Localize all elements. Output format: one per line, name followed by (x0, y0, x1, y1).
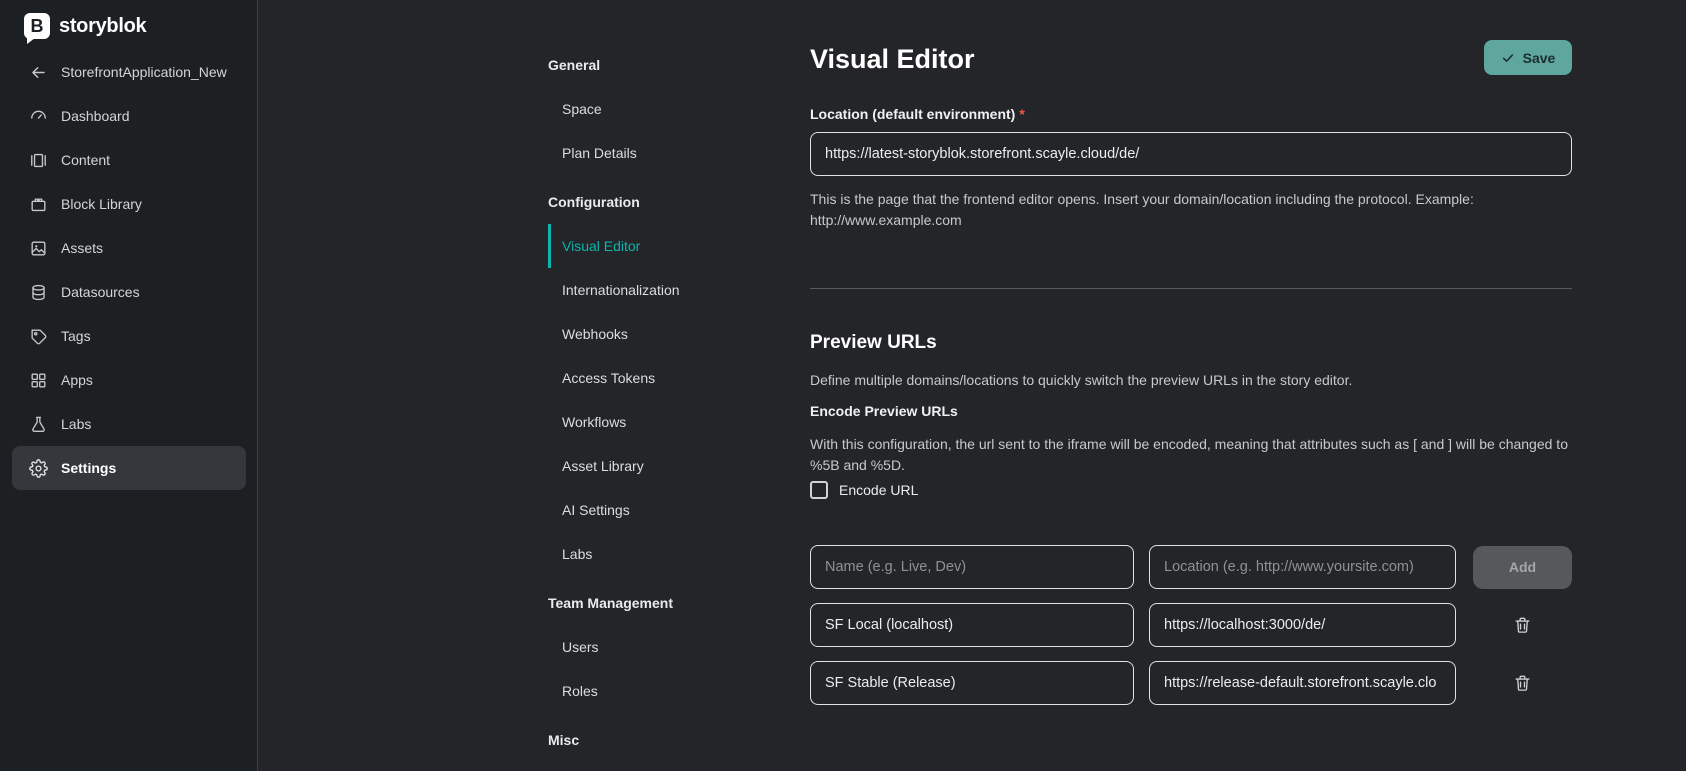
add-button[interactable]: Add (1473, 546, 1572, 589)
assets-icon (29, 239, 48, 258)
preview-row-location-input[interactable] (1149, 603, 1456, 647)
subnav-item-visual-editor[interactable]: Visual Editor (548, 224, 758, 268)
apps-icon (29, 371, 48, 390)
save-button-label: Save (1523, 50, 1556, 66)
sidebar-back-label: StorefrontApplication_New (61, 64, 227, 80)
sidebar-item-label: Block Library (61, 196, 142, 212)
content-icon (29, 151, 48, 170)
subnav-item-label: Asset Library (562, 458, 644, 474)
sidebar-item-label: Tags (61, 328, 91, 344)
sidebar-item-label: Datasources (61, 284, 140, 300)
preview-urls-description: Define multiple domains/locations to qui… (810, 372, 1572, 388)
subnav-section-general: General (548, 43, 758, 87)
subnav-item-access-tokens[interactable]: Access Tokens (548, 356, 758, 400)
settings-icon (29, 459, 48, 478)
sidebar-item-datasources[interactable]: Datasources (12, 270, 246, 314)
subnav-item-asset-library[interactable]: Asset Library (548, 444, 758, 488)
subnav-item-ai-settings[interactable]: AI Settings (548, 488, 758, 532)
subnav-item-label: Visual Editor (562, 238, 640, 254)
required-asterisk: * (1019, 106, 1024, 122)
subnav-item-users[interactable]: Users (548, 625, 758, 669)
tags-icon (29, 327, 48, 346)
preview-name-input[interactable] (810, 545, 1134, 589)
encode-url-checkbox-label: Encode URL (839, 482, 918, 498)
settings-subnav: General Space Plan Details Configuration Vis… (548, 43, 758, 762)
storyblok-wordmark: storyblok (59, 15, 146, 38)
preview-url-row (810, 603, 1572, 647)
sidebar-item-apps[interactable]: Apps (12, 358, 246, 402)
preview-location-input[interactable] (1149, 545, 1456, 589)
save-button[interactable]: Save (1484, 40, 1572, 75)
storyblok-logo-icon: B (24, 13, 50, 39)
delete-row-button[interactable] (1507, 609, 1539, 641)
sidebar: B storyblok StorefrontApplication_New Da… (0, 0, 258, 771)
sidebar-item-dashboard[interactable]: Dashboard (12, 94, 246, 138)
sidebar-item-label: Assets (61, 240, 103, 256)
sidebar-item-label: Dashboard (61, 108, 130, 124)
encode-url-checkbox[interactable] (810, 481, 828, 499)
subnav-section-misc: Misc (548, 718, 758, 762)
location-input[interactable] (810, 132, 1572, 176)
trash-icon (1513, 673, 1532, 693)
location-help-text: This is the page that the frontend edito… (810, 189, 1572, 231)
subnav-item-workflows[interactable]: Workflows (548, 400, 758, 444)
sidebar-nav: StorefrontApplication_New Dashboard Conte… (12, 50, 246, 490)
preview-url-row (810, 661, 1572, 705)
subnav-item-internationalization[interactable]: Internationalization (548, 268, 758, 312)
delete-row-button[interactable] (1507, 667, 1539, 699)
sidebar-item-tags[interactable]: Tags (12, 314, 246, 358)
arrow-left-icon (29, 63, 48, 82)
subnav-item-label: Workflows (562, 414, 626, 430)
encode-preview-urls-description: With this configuration, the url sent to… (810, 434, 1572, 476)
block-library-icon (29, 195, 48, 214)
subnav-item-label: Space (562, 101, 602, 117)
page-title: Visual Editor (810, 44, 975, 75)
subnav-item-label: Labs (562, 546, 592, 562)
subnav-section-team-management: Team Management (548, 581, 758, 625)
subnav-item-roles[interactable]: Roles (548, 669, 758, 713)
preview-row-name-input[interactable] (810, 661, 1134, 705)
subnav-item-webhooks[interactable]: Webhooks (548, 312, 758, 356)
encode-url-checkbox-row[interactable]: Encode URL (810, 481, 918, 499)
subnav-item-label: Users (562, 639, 599, 655)
subnav-item-labs[interactable]: Labs (548, 532, 758, 576)
preview-row-location-input[interactable] (1149, 661, 1456, 705)
subnav-item-space[interactable]: Space (548, 87, 758, 131)
sidebar-item-label: Content (61, 152, 110, 168)
sidebar-item-settings[interactable]: Settings (12, 446, 246, 490)
preview-row-name-input[interactable] (810, 603, 1134, 647)
check-icon (1501, 51, 1515, 65)
main-content: Visual Editor Save Location (default env… (810, 0, 1572, 771)
storyblok-logo: B storyblok (24, 13, 146, 39)
dashboard-icon (29, 107, 48, 126)
preview-url-rows: Add (810, 545, 1572, 719)
location-field-label: Location (default environment)* (810, 106, 1025, 122)
subnav-item-label: Plan Details (562, 145, 637, 161)
subnav-item-label: Access Tokens (562, 370, 655, 386)
subnav-item-label: AI Settings (562, 502, 630, 518)
section-divider (810, 288, 1572, 289)
sidebar-item-block-library[interactable]: Block Library (12, 182, 246, 226)
labs-icon (29, 415, 48, 434)
subnav-item-label: Webhooks (562, 326, 628, 342)
sidebar-item-label: Settings (61, 460, 116, 476)
subnav-item-label: Roles (562, 683, 598, 699)
subnav-item-label: Internationalization (562, 282, 680, 298)
subnav-section-configuration: Configuration (548, 180, 758, 224)
datasources-icon (29, 283, 48, 302)
sidebar-item-assets[interactable]: Assets (12, 226, 246, 270)
encode-preview-urls-title: Encode Preview URLs (810, 403, 958, 419)
sidebar-item-label: Labs (61, 416, 91, 432)
sidebar-item-labs[interactable]: Labs (12, 402, 246, 446)
preview-url-new-row: Add (810, 545, 1572, 589)
subnav-item-plan-details[interactable]: Plan Details (548, 131, 758, 175)
preview-urls-title: Preview URLs (810, 332, 937, 354)
sidebar-item-label: Apps (61, 372, 93, 388)
sidebar-item-content[interactable]: Content (12, 138, 246, 182)
sidebar-back-item[interactable]: StorefrontApplication_New (12, 50, 246, 94)
trash-icon (1513, 615, 1532, 635)
